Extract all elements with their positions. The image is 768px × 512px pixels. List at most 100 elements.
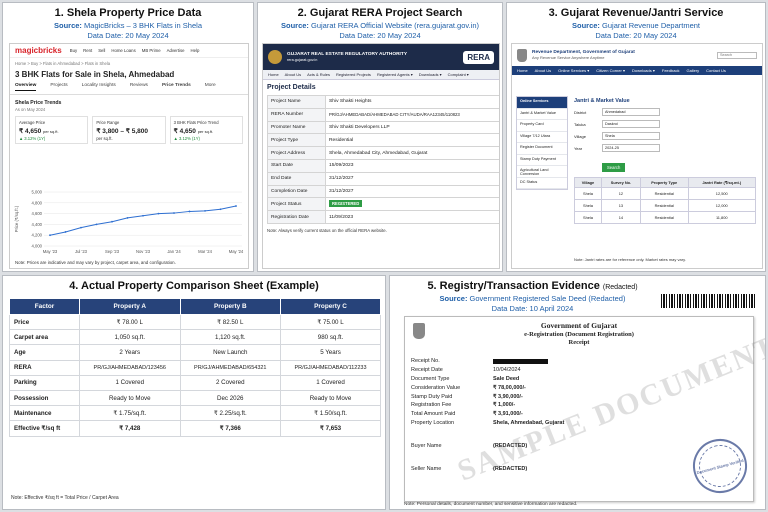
table-row: RERA Number PR/GJ/AHMEDABAD/AHMEDABAD CIT… [267,107,499,122]
field-label: Promoter Name [267,120,326,135]
nav-advertise[interactable]: Advertise [167,48,185,53]
title-suffix: (Redacted) [602,284,638,291]
series-line [49,205,237,236]
table-row: RERA PR/GJ/AHMEDABAD/123456 PR/GJ/AHMEDABA… [9,359,381,376]
nav-help[interactable]: Help [191,48,200,53]
nav-gallery[interactable]: Gallery [686,68,699,73]
column-header: Survey No. [600,177,641,188]
panel-magicbricks: 1. Shela Property Price Data Source: Mag… [2,2,254,272]
tab-locality-insights[interactable]: Locality Insights [82,83,116,91]
table-cell: Residential [639,199,689,212]
factor-cell: Parking [9,374,80,391]
factor-cell: RERA [9,359,80,376]
field-value: ₹ 78,00,000/- [493,384,526,391]
card-growth: ▲ 3.12% (1Y) [19,136,46,141]
table-cell: 1 Covered [79,374,181,391]
table-row: Promoter Name Shiv Shakti Developers LLP [267,120,499,135]
village-select[interactable]: Shela [602,132,660,140]
search-button[interactable]: Search [602,163,626,172]
tagline: Any Revenue Service Anywhere Anytime [532,55,605,61]
nav-complaint[interactable]: Complaint ▾ [448,72,469,77]
nav-citizen-corner[interactable]: Citizen Corner ▾ [596,68,625,73]
field-value: Shela, Ahmedabad City, Ahmedabad, Gujara… [325,146,499,160]
sidebar-item-jantri[interactable]: Jantri & Market Value [517,109,567,120]
tab-reviews[interactable]: Reviews [130,83,148,91]
table-row: Project Name Shiv Shakti Heights [267,95,499,109]
table-cell: ₹ 2.25/sq.ft. [179,405,282,422]
nav-feedback[interactable]: Feedback [662,68,680,73]
district-select[interactable]: Ahmedabad [602,108,660,116]
breadcrumb[interactable]: Home > Buy > Flats in Ahmedabad > Flats … [10,58,248,66]
field-label: Registration Fee [411,402,452,409]
sidebar-item-property-card[interactable]: Property Card [517,120,567,132]
magicbricks-logo[interactable]: magicbricks [15,46,62,55]
nav-contact-us[interactable]: Contact Us [706,68,726,73]
field-label: Property Location [411,419,455,426]
panel-jantri: 3. Gujarat Revenue/Jantri Service Source… [506,2,766,272]
field-label: Project Type [267,133,326,148]
3bhk-trend-card: 3 BHK Flats Price Trend ₹ 4,650 per sq.f… [169,116,243,144]
year-select[interactable]: 2024-25 [602,144,660,152]
nav-acts-rules[interactable]: Acts & Rules [307,72,330,77]
field-label: Year [574,145,583,151]
nav-about-us[interactable]: About Us [535,68,551,73]
data-date: Data Date: 10 April 2024 [491,304,574,313]
table-cell: Dec 2026 [179,389,282,407]
nav-about-us[interactable]: About Us [285,72,301,77]
sidebar-item-dc-status[interactable]: DC Status [517,178,567,189]
table-cell: Shela [574,187,602,200]
nav-buy[interactable]: Buy [70,48,77,53]
tab-projects[interactable]: Projects [50,83,67,91]
panel-title: 2. Gujarat RERA Project Search [297,7,463,19]
data-point [64,231,67,233]
nav-registered-agents[interactable]: Registered Agents ▾ [377,72,413,77]
nav-home[interactable]: Home [517,68,528,73]
table-row: Completion Date 31/12/2027 [267,184,499,199]
card-label: Price Range [96,120,120,125]
nav-downloads[interactable]: Downloads ▾ [632,68,655,73]
field-label: Project Status [267,197,326,212]
table-cell: 1,120 sq.ft. [179,329,282,346]
panel-title: 5. Registry/Transaction Evidence [427,280,600,292]
sidebar-item-utara[interactable]: Village 7/12 Utara [517,132,567,143]
nav-online-services[interactable]: Online Services ▾ [558,68,589,73]
tab-more[interactable]: More [205,83,216,91]
nav-home-loans[interactable]: Home Loans [111,48,135,53]
tab-price-trends[interactable]: Price Trends [162,83,191,91]
field-label: RERA Number [267,107,326,122]
nav-sell[interactable]: Sell [98,48,105,53]
factor-cell: Maintenance [9,405,80,422]
nav-downloads[interactable]: Downloads ▾ [419,72,442,77]
taluka-select[interactable]: Daskroi [602,120,660,128]
card-unit: per sq.ft. [197,129,214,134]
nav-home[interactable]: Home [268,72,279,77]
search-input[interactable]: Search [717,51,757,59]
data-date: Data Date: 20 May 2024 [339,31,421,40]
field-value: Sale Deed [493,375,520,382]
sidebar-item-register-document[interactable]: Register Document [517,143,567,155]
data-point [219,208,222,211]
nav-mb-prime[interactable]: MB Prime [142,48,161,53]
field-value: 31/12/2027 [325,184,499,199]
data-point [95,223,98,226]
tab-overview[interactable]: Overview [15,83,37,91]
status-badge: REGISTERED [329,200,363,208]
source-label: Source: [54,21,82,30]
footnote: Note: Personal details, document number,… [404,502,578,507]
table-cell: ₹ 1.50/sq.ft. [280,405,381,422]
nav-rent[interactable]: Rent [83,48,92,53]
x-tick-label: May '23 [43,249,58,254]
footnote: Note: Prices are indicative and may vary… [15,260,176,265]
table-cell: 1 Covered [280,374,381,391]
data-point [126,217,129,219]
table-cell: ₹ 7,428 [79,420,181,437]
rera-screenshot: GUJARAT REAL ESTATE REGULATORY AUTHORITY… [262,43,500,269]
table-cell: Shela [574,199,602,212]
y-tick-label: 4,400 [32,222,43,227]
table-cell: ₹ 1.75/sq.ft. [79,405,181,422]
field-label: Registration Date [267,210,326,224]
sidebar-item-stamp-duty[interactable]: Stamp Duty Payment [517,155,567,166]
nav-registered-projects[interactable]: Registered Projects [336,72,371,77]
sidebar-item-land-conversion[interactable]: Agricultural Land Conversion [517,166,567,178]
table-row: End Date 31/12/2027 [267,171,499,186]
